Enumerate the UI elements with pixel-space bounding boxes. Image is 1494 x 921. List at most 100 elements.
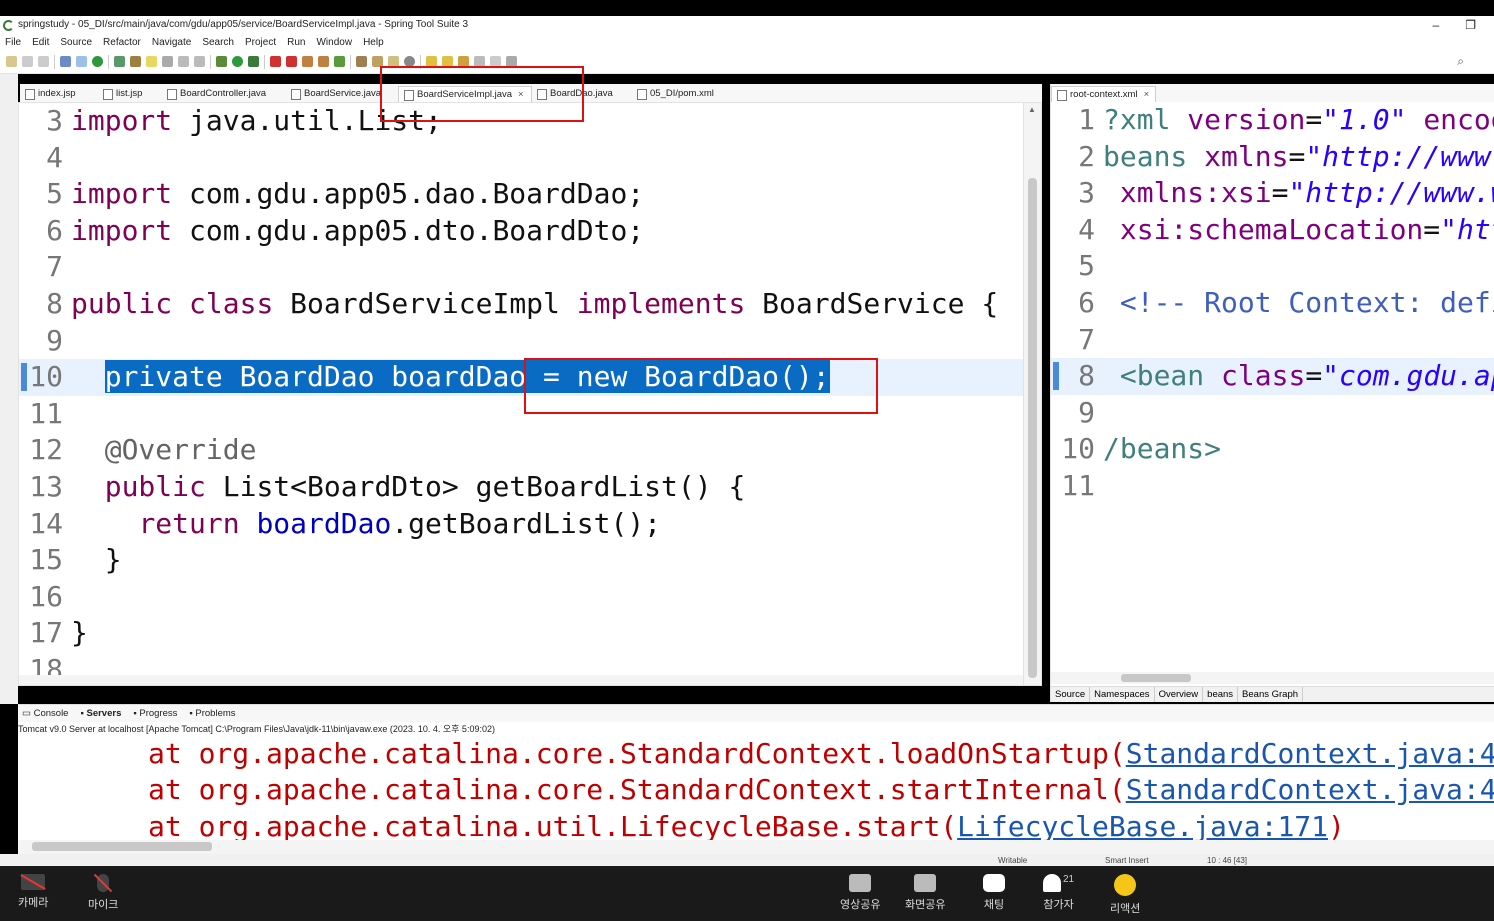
refresh-icon[interactable]: [114, 56, 125, 67]
toggle-icon[interactable]: [76, 56, 87, 67]
menu-item[interactable]: Refactor: [103, 37, 141, 48]
external-tools-icon[interactable]: [286, 56, 297, 67]
tab-root-context[interactable]: root-context.xml ×: [1051, 86, 1157, 102]
scroll-thumb[interactable]: [1028, 178, 1037, 678]
stack-link[interactable]: LifecycleBase.java:171: [957, 810, 1328, 840]
menu-item[interactable]: Run: [287, 37, 305, 48]
code-token: .getBoardList();: [391, 506, 662, 540]
xml-editor-tab[interactable]: beans: [1203, 687, 1239, 702]
share-screen-button[interactable]: 화면공유: [905, 874, 945, 912]
editor-tab[interactable]: 05_DI/pom.xml: [632, 86, 722, 102]
line-number: 11: [1061, 468, 1095, 502]
mic-off-icon: [93, 873, 113, 893]
xml-editor-tab[interactable]: Beans Graph: [1238, 687, 1304, 702]
new-java-project-icon[interactable]: [302, 56, 313, 67]
xml-editor-tab[interactable]: Overview: [1155, 687, 1204, 702]
new-icon[interactable]: [6, 56, 17, 67]
xml-editor-pane[interactable]: root-context.xml × 1 ?xml version="1.0" en…: [1050, 84, 1494, 702]
search-tool-icon[interactable]: [130, 56, 141, 67]
line-number: 1: [1078, 103, 1095, 136]
console-tab[interactable]: ▪ Servers: [80, 708, 121, 719]
console-tab[interactable]: ▪ Problems: [189, 708, 235, 719]
code-line: 17}: [19, 615, 1023, 652]
scroll-up-icon[interactable]: ▲: [1028, 105, 1036, 114]
xml-code-area[interactable]: 1?xml version="1.0" encodi2beans xmlns="…: [1051, 102, 1494, 505]
code-token: BoardService {: [745, 286, 999, 320]
close-icon[interactable]: ×: [1144, 89, 1150, 100]
xml-editor-bottom-tabs: Source Namespaces Overview beans Beans Graph: [1051, 686, 1494, 702]
code-token: xsi:schemaLocation: [1103, 212, 1424, 246]
xml-editor-tab[interactable]: Source: [1051, 687, 1091, 702]
stop-icon[interactable]: [270, 56, 281, 67]
code-token: xmlns:xsi: [1103, 176, 1272, 210]
editor-horizontal-scrollbar[interactable]: [19, 675, 1023, 685]
menu-item[interactable]: Edit: [32, 37, 49, 48]
stack-link[interactable]: StandardContext.java:4641: [1126, 737, 1494, 770]
scroll-thumb[interactable]: [32, 842, 212, 851]
stack-text: at org.apache.catalina.core.StandardCont…: [148, 737, 1126, 770]
save-icon[interactable]: [22, 56, 33, 67]
scroll-thumb[interactable]: [1121, 674, 1191, 682]
console-tab[interactable]: ▪ Progress: [133, 708, 177, 719]
pilcrow-icon[interactable]: [194, 56, 205, 67]
terminal-icon[interactable]: [60, 56, 71, 67]
xml-horizontal-scrollbar[interactable]: [1051, 672, 1494, 684]
tab-label: root-context.xml: [1070, 89, 1138, 100]
window-titlebar: springstudy - 05_DI/src/main/java/com/gd…: [0, 16, 1494, 34]
status-bar: Writable Smart Insert 10 : 46 [43]: [0, 854, 1494, 866]
console-tab[interactable]: ▭ Console: [22, 708, 68, 719]
chat-button[interactable]: 채팅: [983, 874, 1005, 912]
editor-tab[interactable]: list.jsp: [98, 86, 162, 102]
mic-button[interactable]: 마이크: [88, 873, 118, 912]
line-text: xmlns:xsi="http://www.w3: [1103, 175, 1494, 212]
run-icon[interactable]: [232, 56, 243, 67]
console-output[interactable]: at org.apache.catalina.core.StandardCont…: [18, 736, 1494, 840]
annotation-icon[interactable]: [162, 56, 173, 67]
code-line: 8 <bean class="com.gdu.app: [1051, 358, 1494, 395]
menu-item[interactable]: Window: [316, 37, 352, 48]
reactions-button[interactable]: 리액션: [1110, 874, 1140, 916]
minimize-button[interactable]: –: [1433, 16, 1440, 34]
debug-icon[interactable]: [216, 56, 227, 67]
line-text: xsi:schemaLocation="http: [1103, 212, 1494, 249]
line-number: 5: [1078, 249, 1095, 283]
code-token: public: [71, 286, 173, 320]
new-class-icon[interactable]: [334, 56, 345, 67]
code-line: 14 return boardDao.getBoardList();: [19, 506, 1023, 543]
editor-tab[interactable]: index.jsp: [20, 86, 98, 102]
save-all-icon[interactable]: [38, 56, 49, 67]
menu-item[interactable]: File: [5, 37, 21, 48]
coverage-icon[interactable]: [248, 56, 259, 67]
tab-label: BoardController.java: [180, 88, 267, 99]
code-token: class: [1221, 359, 1306, 393]
xml-editor-tab[interactable]: Namespaces: [1090, 687, 1155, 702]
tab-label: BoardService.java: [304, 88, 382, 99]
menu-item[interactable]: Project: [245, 37, 276, 48]
restore-button[interactable]: ❐: [1465, 16, 1476, 34]
tab-label: 05_DI/pom.xml: [650, 88, 714, 99]
stack-link[interactable]: StandardContext.java:4948: [1126, 773, 1494, 806]
menu-item[interactable]: Search: [202, 37, 234, 48]
line-number: 6: [46, 213, 63, 247]
code-line: 7: [19, 249, 1023, 286]
open-type-icon[interactable]: [356, 56, 367, 67]
search-icon[interactable]: ⌕: [1457, 54, 1464, 69]
menu-item[interactable]: Source: [60, 37, 92, 48]
new-package-icon[interactable]: [318, 56, 329, 67]
camera-button[interactable]: 카메라: [18, 874, 48, 910]
editor-tab[interactable]: BoardController.java: [162, 86, 286, 102]
code-line: 16: [19, 579, 1023, 616]
highlight-icon[interactable]: [146, 56, 157, 67]
console-horizontal-scrollbar[interactable]: [18, 840, 1494, 854]
video-share-icon: [849, 874, 872, 892]
share-video-button[interactable]: 영상공유: [840, 874, 880, 912]
code-token: implements: [576, 286, 746, 320]
participants-button[interactable]: 21 참가자: [1043, 874, 1074, 912]
run-server-icon[interactable]: [92, 56, 103, 67]
menu-item[interactable]: Navigate: [152, 37, 191, 48]
block-icon[interactable]: [178, 56, 189, 67]
menu-item[interactable]: Help: [363, 37, 384, 48]
editor-vertical-scrollbar[interactable]: ▲: [1023, 103, 1041, 685]
code-token: =: [1305, 359, 1323, 393]
camera-off-icon: [20, 874, 46, 890]
